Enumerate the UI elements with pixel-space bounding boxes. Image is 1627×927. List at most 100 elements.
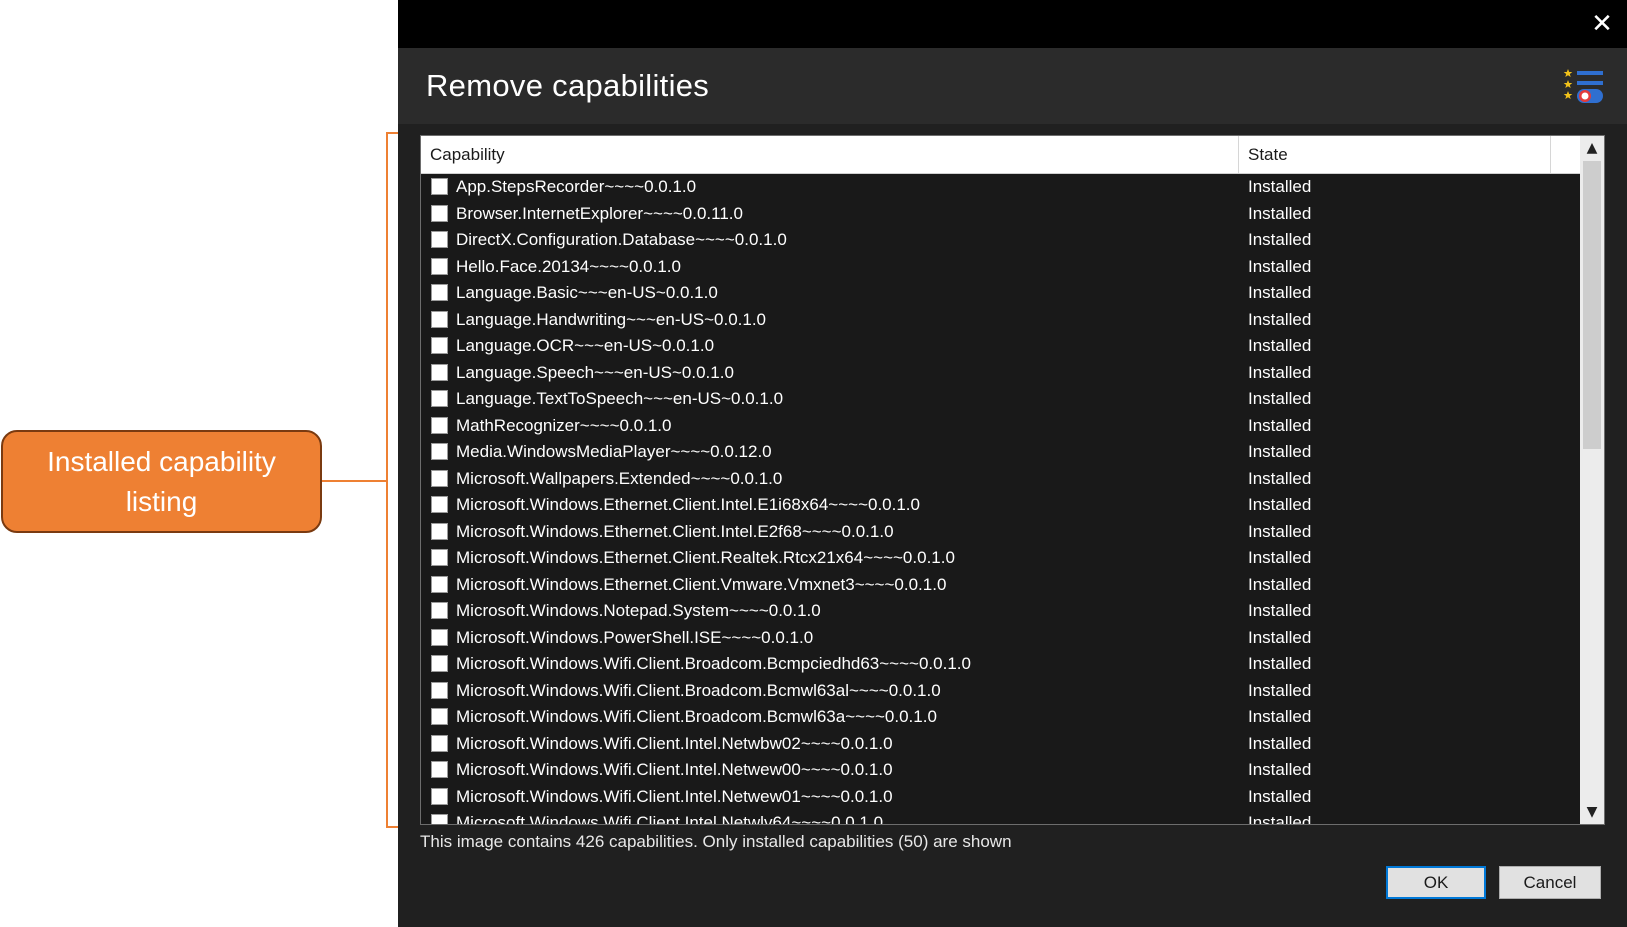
capability-state: Installed [1248,733,1312,753]
capability-state: Installed [1248,362,1312,382]
capability-state: Installed [1248,495,1312,514]
row-checkbox[interactable] [431,628,448,646]
capability-name: Microsoft.Windows.Wifi.Client.Intel.Netw… [456,813,884,824]
row-checkbox[interactable] [431,178,448,195]
capability-state: Installed [1248,574,1312,594]
capability-name: Browser.InternetExplorer~~~~0.0.11.0 [456,203,743,223]
row-checkbox[interactable] [431,602,448,619]
capability-state: Installed [1248,786,1312,806]
table-row[interactable]: Microsoft.Windows.Wifi.Client.Intel.Netw… [421,731,1581,758]
capability-count-info: This image contains 426 capabilities. On… [420,832,1012,851]
capability-state: Installed [1248,415,1312,435]
row-checkbox[interactable] [431,310,448,328]
row-checkbox[interactable] [431,575,448,593]
callout-installed-listing: Installed capability listing [1,430,322,533]
capability-name: Microsoft.Windows.Wifi.Client.Intel.Netw… [456,760,893,779]
row-checkbox[interactable] [431,416,448,434]
capability-name: DirectX.Configuration.Database~~~~0.0.1.… [456,230,787,249]
table-row[interactable]: Microsoft.Windows.Wifi.Client.Intel.Netw… [421,810,1581,824]
row-checkbox[interactable] [431,655,448,672]
cancel-button[interactable]: Cancel [1499,866,1601,899]
capability-state: Installed [1248,548,1312,567]
capability-name: Microsoft.Windows.Ethernet.Client.Intel.… [456,521,894,541]
table-row[interactable]: Language.Handwriting~~~en-US~0.0.1.0 Inst… [421,307,1581,334]
capability-name: App.StepsRecorder~~~~0.0.1.0 [456,177,697,196]
row-checkbox[interactable] [431,390,448,407]
capability-name: Language.Handwriting~~~en-US~0.0.1.0 [456,309,767,329]
table-row[interactable]: Microsoft.Windows.Ethernet.Client.Intel.… [421,492,1581,519]
row-checkbox[interactable] [431,257,448,275]
capability-name: Language.Speech~~~en-US~0.0.1.0 [456,362,734,382]
table-row[interactable]: DirectX.Configuration.Database~~~~0.0.1.… [421,227,1581,254]
capability-state: Installed [1248,283,1312,302]
capability-name: Microsoft.Windows.Wifi.Client.Intel.Netw… [456,733,893,753]
row-checkbox[interactable] [431,549,448,566]
table-row[interactable]: Language.Basic~~~en-US~0.0.1.0 Installed [421,280,1581,307]
table-row[interactable]: Microsoft.Windows.Wifi.Client.Intel.Netw… [421,757,1581,784]
column-header-state[interactable]: State [1239,136,1551,173]
capability-state: Installed [1248,654,1312,673]
table-row[interactable]: Microsoft.Windows.Wifi.Client.Intel.Netw… [421,784,1581,811]
column-header-capability[interactable]: Capability [421,136,1239,173]
capability-list[interactable]: Capability State App.StepsRecorder~~~~0.… [420,135,1605,825]
capability-name: Language.TextToSpeech~~~en-US~0.0.1.0 [456,389,784,408]
scrollbar-thumb[interactable] [1583,161,1601,449]
row-checkbox[interactable] [431,734,448,752]
capability-state: Installed [1248,468,1312,488]
table-row[interactable]: Microsoft.Windows.Wifi.Client.Broadcom.B… [421,704,1581,731]
capability-name: Language.OCR~~~en-US~0.0.1.0 [456,336,715,355]
row-checkbox[interactable] [431,787,448,805]
scroll-up-icon[interactable]: ▲ [1580,136,1604,160]
row-checkbox[interactable] [431,337,448,354]
table-row[interactable]: Microsoft.Windows.Wifi.Client.Broadcom.B… [421,678,1581,705]
table-row[interactable]: Microsoft.Wallpapers.Extended~~~~0.0.1.0… [421,466,1581,493]
table-row[interactable]: Microsoft.Windows.Wifi.Client.Broadcom.B… [421,651,1581,678]
row-checkbox[interactable] [431,204,448,222]
table-row[interactable]: Microsoft.Windows.Ethernet.Client.Realte… [421,545,1581,572]
capability-name: Microsoft.Windows.Wifi.Client.Intel.Netw… [456,786,893,806]
capability-state: Installed [1248,256,1312,276]
close-icon[interactable]: ✕ [1585,7,1619,41]
capability-state: Installed [1248,309,1312,329]
list-column-header: Capability State [421,136,1581,174]
row-checkbox[interactable] [431,496,448,513]
row-checkbox[interactable] [431,761,448,778]
row-checkbox[interactable] [431,469,448,487]
table-row[interactable]: Microsoft.Windows.Notepad.System~~~~0.0.… [421,598,1581,625]
capability-state: Installed [1248,707,1312,726]
capability-state: Installed [1248,336,1312,355]
capability-state: Installed [1248,177,1312,196]
table-row[interactable]: Hello.Face.20134~~~~0.0.1.0 Installed [421,254,1581,281]
capability-name: Media.WindowsMediaPlayer~~~~0.0.12.0 [456,442,772,461]
table-row[interactable]: Browser.InternetExplorer~~~~0.0.11.0 Inst… [421,201,1581,228]
vertical-scrollbar[interactable]: ▲ ▼ [1580,136,1604,824]
capability-name: Microsoft.Windows.Notepad.System~~~~0.0.… [456,601,821,620]
table-row[interactable]: Language.TextToSpeech~~~en-US~0.0.1.0 Ins… [421,386,1581,413]
table-row[interactable]: Language.Speech~~~en-US~0.0.1.0 Installed [421,360,1581,387]
table-row[interactable]: Microsoft.Windows.Ethernet.Client.Vmware… [421,572,1581,599]
row-checkbox[interactable] [431,708,448,725]
capability-name: Microsoft.Windows.Ethernet.Client.Realte… [456,548,955,567]
callout-connector [322,480,387,482]
table-row[interactable]: MathRecognizer~~~~0.0.1.0 Installed [421,413,1581,440]
row-checkbox[interactable] [431,443,448,460]
table-row[interactable]: Language.OCR~~~en-US~0.0.1.0 Installed [421,333,1581,360]
scroll-down-icon[interactable]: ▼ [1580,800,1604,824]
row-checkbox[interactable] [431,681,448,699]
row-checkbox[interactable] [431,231,448,248]
table-row[interactable]: Microsoft.Windows.Ethernet.Client.Intel.… [421,519,1581,546]
table-row[interactable]: Microsoft.Windows.PowerShell.ISE~~~~0.0.… [421,625,1581,652]
row-checkbox[interactable] [431,522,448,540]
capability-state: Installed [1248,627,1312,647]
row-checkbox[interactable] [431,363,448,381]
table-row[interactable]: App.StepsRecorder~~~~0.0.1.0 Installed [421,174,1581,201]
dialog-header: Remove capabilities [398,48,1627,124]
capability-state: Installed [1248,680,1312,700]
capability-rows: App.StepsRecorder~~~~0.0.1.0 Installed Bro… [421,174,1581,824]
capability-state: Installed [1248,389,1312,408]
row-checkbox[interactable] [431,284,448,301]
ok-button[interactable]: OK [1386,866,1486,899]
dialog-title: Remove capabilities [426,68,710,103]
row-checkbox[interactable] [431,814,448,824]
table-row[interactable]: Media.WindowsMediaPlayer~~~~0.0.12.0 Inst… [421,439,1581,466]
